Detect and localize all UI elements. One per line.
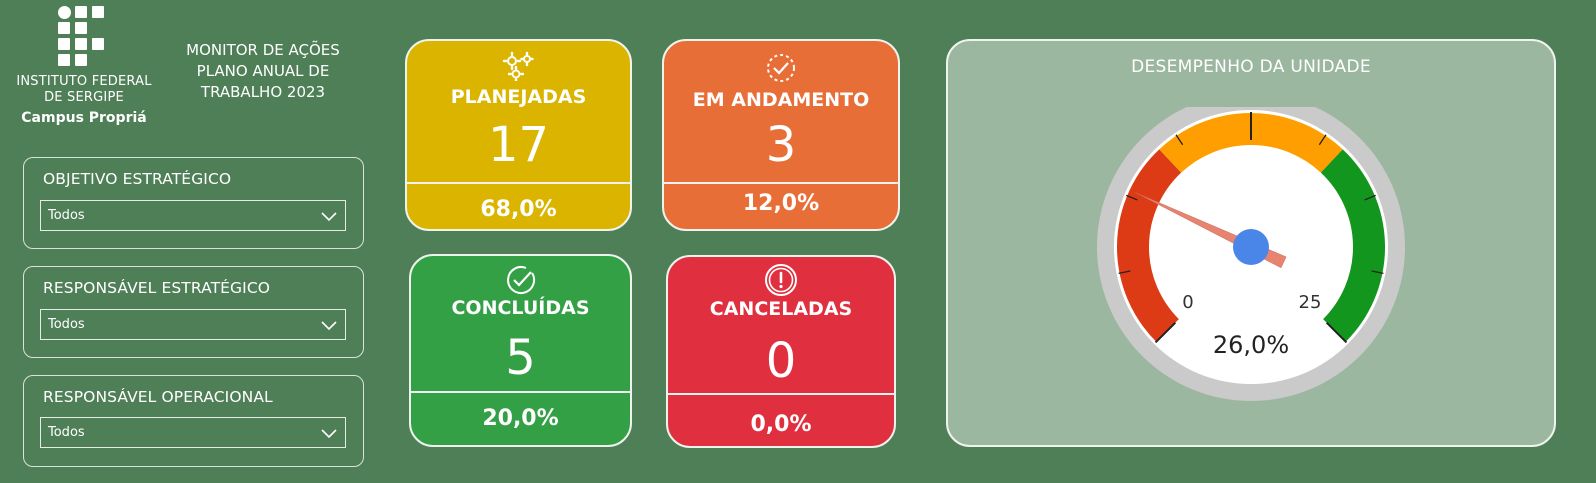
chevron-down-icon <box>321 321 337 331</box>
card-divider <box>407 182 630 184</box>
institution-name-line2: DE SERGIPE <box>44 90 124 105</box>
dropdown-value: Todos <box>48 208 85 223</box>
filter-label: RESPONSÁVEL ESTRATÉGICO <box>43 279 271 297</box>
card-concluidas[interactable]: CONCLUÍDAS 5 20,0% <box>409 254 632 447</box>
card-title: EM ANDAMENTO <box>692 89 870 111</box>
institution-name-line1: INSTITUTO FEDERAL <box>16 74 152 89</box>
filter-label: OBJETIVO ESTRATÉGICO <box>43 170 232 188</box>
card-percent: 12,0% <box>742 191 820 216</box>
card-title: PLANEJADAS <box>450 86 587 108</box>
card-title: CONCLUÍDAS <box>451 297 590 319</box>
card-count: 3 <box>765 117 797 173</box>
campus-name: Campus Propriá <box>21 110 147 126</box>
page-title: MONITOR DE AÇÕES PLANO ANUAL DE TRABALHO… <box>168 40 358 103</box>
page-title-line2: PLANO ANUAL DE <box>196 62 330 80</box>
card-divider <box>411 391 630 393</box>
page-title-line1: MONITOR DE AÇÕES <box>186 41 340 59</box>
objetivo-estrategico-dropdown[interactable]: Todos <box>40 200 346 231</box>
filter-responsavel-estrategico: RESPONSÁVEL ESTRATÉGICO Todos <box>23 266 364 358</box>
gauge-hub <box>1233 229 1269 265</box>
if-logo-icon <box>58 6 110 68</box>
card-planejadas[interactable]: PLANEJADAS 17 68,0% <box>405 39 632 231</box>
card-percent: 20,0% <box>482 406 559 431</box>
alert-icon <box>765 264 797 296</box>
done-check-icon <box>506 266 535 294</box>
filter-responsavel-operacional: RESPONSÁVEL OPERACIONAL Todos <box>23 375 364 467</box>
card-title: CANCELADAS <box>709 298 853 320</box>
gauge-max-label: 25 <box>1299 292 1322 313</box>
card-canceladas[interactable]: CANCELADAS 0 0,0% <box>666 255 896 448</box>
card-count: 0 <box>765 333 797 389</box>
chevron-down-icon <box>321 212 337 222</box>
card-percent: 68,0% <box>480 197 557 222</box>
performance-gauge: 0 25 26,0% <box>1097 107 1405 401</box>
card-count: 17 <box>487 117 550 173</box>
gauge-min-label: 0 <box>1182 292 1193 313</box>
responsavel-estrategico-dropdown[interactable]: Todos <box>40 309 346 340</box>
chevron-down-icon <box>321 429 337 439</box>
dropdown-value: Todos <box>48 317 85 332</box>
card-divider <box>668 393 894 395</box>
filter-objetivo-estrategico: OBJETIVO ESTRATÉGICO Todos <box>23 157 364 249</box>
gears-icon <box>502 51 534 81</box>
progress-check-icon <box>767 54 795 82</box>
gauge-value-label: 26,0% <box>1213 331 1289 359</box>
card-divider <box>664 182 898 184</box>
card-count: 5 <box>505 330 536 386</box>
card-em-andamento[interactable]: EM ANDAMENTO 3 12,0% <box>662 39 900 231</box>
filter-label: RESPONSÁVEL OPERACIONAL <box>43 388 273 406</box>
dropdown-value: Todos <box>48 425 85 440</box>
page-title-line3: TRABALHO 2023 <box>200 83 326 101</box>
card-percent: 0,0% <box>750 412 812 437</box>
gauge-panel: DESEMPENHO DA UNIDADE 0 25 26,0% <box>946 39 1556 447</box>
responsavel-operacional-dropdown[interactable]: Todos <box>40 417 346 448</box>
gauge-title: DESEMPENHO DA UNIDADE <box>1131 57 1371 77</box>
